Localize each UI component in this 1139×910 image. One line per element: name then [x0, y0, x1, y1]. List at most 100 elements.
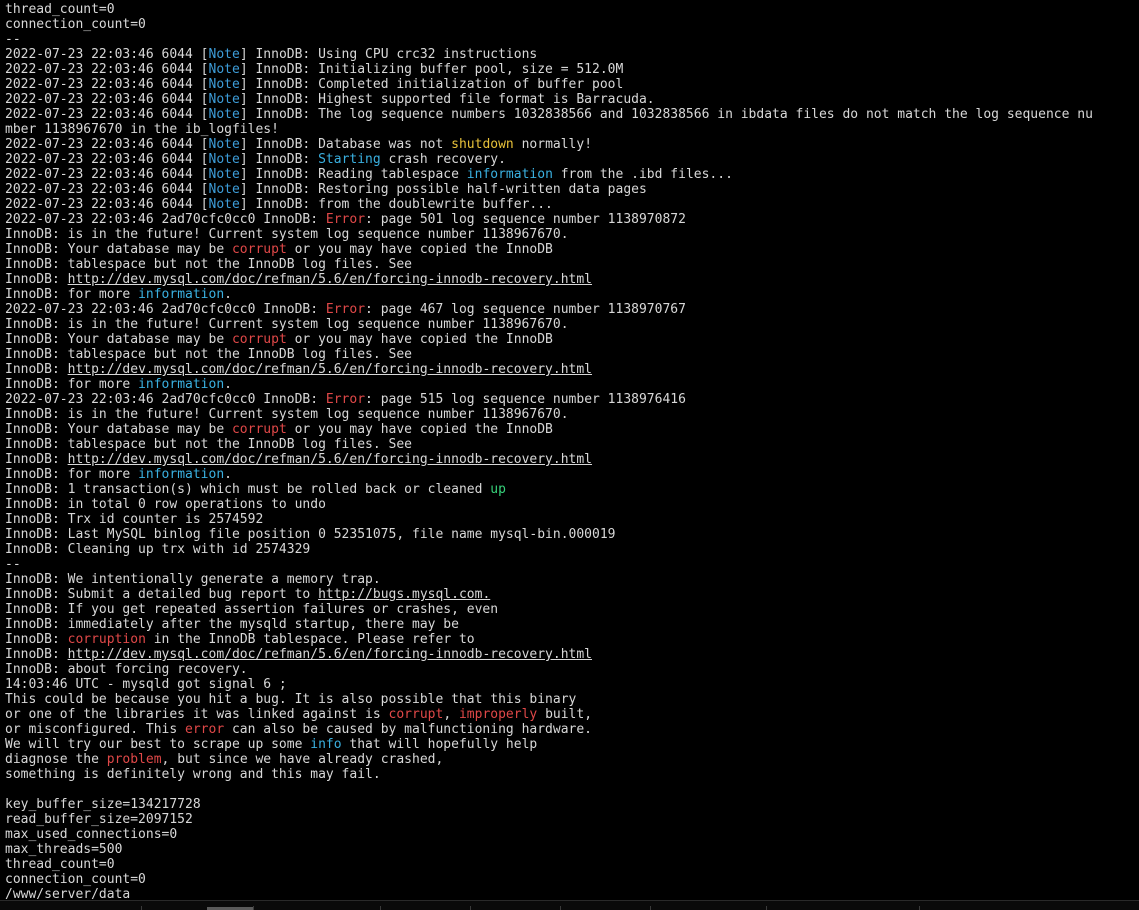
log-highlight-note: Note [208, 197, 240, 212]
log-text: from the .ibd files... [552, 167, 733, 182]
terminal-line: InnoDB: http://dev.mysql.com/doc/refman/… [5, 362, 1093, 377]
terminal-line: connection_count=0 [5, 17, 1093, 32]
terminal-line: 2022-07-23 22:03:46 6044 [Note] InnoDB: … [5, 77, 1093, 92]
log-text: InnoDB: is in the future! Current system… [5, 317, 569, 332]
log-highlight-note: Note [208, 77, 240, 92]
terminal-line: InnoDB: tablespace but not the InnoDB lo… [5, 437, 1093, 452]
terminal-line: 2022-07-23 22:03:46 2ad70cfc0cc0 InnoDB:… [5, 302, 1093, 317]
log-link[interactable]: http://dev.mysql.com/doc/refman/5.6/en/f… [68, 452, 592, 467]
terminal-line: max_threads=500 [5, 842, 1093, 857]
terminal-line: 2022-07-23 22:03:46 2ad70cfc0cc0 InnoDB:… [5, 392, 1093, 407]
log-text: 14:03:46 UTC - mysqld got signal 6 ; [5, 677, 287, 692]
log-text: : page 501 log sequence number 113897087… [365, 212, 686, 227]
log-text: InnoDB: [5, 272, 68, 287]
terminal-line: InnoDB: Last MySQL binlog file position … [5, 527, 1093, 542]
terminal-line: InnoDB: tablespace but not the InnoDB lo… [5, 257, 1093, 272]
terminal-line: InnoDB: http://dev.mysql.com/doc/refman/… [5, 272, 1093, 287]
terminal-line: InnoDB: is in the future! Current system… [5, 317, 1093, 332]
log-text: InnoDB: [5, 632, 68, 647]
log-link[interactable]: http://bugs.mysql.com. [318, 587, 490, 602]
log-highlight-info: information [138, 287, 225, 302]
terminal-line: 2022-07-23 22:03:46 6044 [Note] InnoDB: … [5, 62, 1093, 77]
terminal-line: connection_count=0 [5, 872, 1093, 887]
terminal-line: InnoDB: about forcing recovery. [5, 662, 1093, 677]
terminal-line: InnoDB: http://dev.mysql.com/doc/refman/… [5, 452, 1093, 467]
log-text: InnoDB: tablespace but not the InnoDB lo… [5, 257, 412, 272]
log-text: diagnose the [5, 752, 107, 767]
terminal-line: thread_count=0 [5, 2, 1093, 17]
log-text: 2022-07-23 22:03:46 6044 [ [5, 62, 209, 77]
terminal-line: mber 1138967670 in the ib_logfiles! [5, 122, 1093, 137]
strip-separator [470, 906, 471, 910]
log-text: crash recovery. [380, 152, 506, 167]
terminal-line: InnoDB: corruption in the InnoDB tablesp… [5, 632, 1093, 647]
log-text: InnoDB: We intentionally generate a memo… [5, 572, 381, 587]
log-highlight-note: Note [208, 167, 240, 182]
log-link[interactable]: http://dev.mysql.com/doc/refman/5.6/en/f… [68, 362, 592, 377]
log-highlight-err: corruption [67, 632, 146, 647]
log-link[interactable]: http://dev.mysql.com/doc/refman/5.6/en/f… [68, 647, 592, 662]
log-text: . [224, 377, 232, 392]
log-highlight-note: Note [208, 152, 240, 167]
terminal-line: 14:03:46 UTC - mysqld got signal 6 ; [5, 677, 1093, 692]
terminal-line: InnoDB: tablespace but not the InnoDB lo… [5, 347, 1093, 362]
terminal-line: /www/server/data [5, 887, 1093, 900]
log-text: ] InnoDB: Restoring possible half-writte… [239, 182, 647, 197]
log-text: We will try our best to scrape up some [5, 737, 311, 752]
terminal-line: 2022-07-23 22:03:46 6044 [Note] InnoDB: … [5, 47, 1093, 62]
log-text: InnoDB: [5, 362, 68, 377]
log-text: InnoDB: Trx id counter is 2574592 [5, 512, 264, 527]
terminal-window[interactable]: thread_count=0 connection_count=0 -- 2022-0… [0, 0, 1139, 900]
log-highlight-err: Error [325, 302, 366, 317]
strip-separator [141, 906, 142, 910]
log-text: ] InnoDB: Reading tablespace [239, 167, 467, 182]
strip-separator [380, 906, 381, 910]
log-link[interactable]: http://dev.mysql.com/doc/refman/5.6/en/f… [68, 272, 592, 287]
log-highlight-ok: up [490, 482, 506, 497]
log-text: 2022-07-23 22:03:46 2ad70cfc0cc0 InnoDB: [5, 212, 326, 227]
log-text: or you may have copied the InnoDB [286, 422, 553, 437]
terminal-line: thread_count=0 [5, 857, 1093, 872]
terminal-line: key_buffer_size=134217728 [5, 797, 1093, 812]
log-text: InnoDB: tablespace but not the InnoDB lo… [5, 347, 412, 362]
log-text: 2022-07-23 22:03:46 6044 [ [5, 77, 209, 92]
log-text: can also be caused by malfunctioning har… [224, 722, 593, 737]
log-text: 2022-07-23 22:03:46 6044 [ [5, 182, 209, 197]
log-text: 2022-07-23 22:03:46 6044 [ [5, 107, 209, 122]
log-highlight-info: information [466, 167, 553, 182]
log-text: . [224, 467, 232, 482]
log-text: InnoDB: for more [5, 467, 139, 482]
terminal-line: 2022-07-23 22:03:46 6044 [Note] InnoDB: … [5, 137, 1093, 152]
log-text: InnoDB: 1 transaction(s) which must be r… [5, 482, 491, 497]
log-highlight-err: Error [325, 392, 366, 407]
log-highlight-info: Starting [318, 152, 381, 167]
terminal-line: This could be because you hit a bug. It … [5, 692, 1093, 707]
log-highlight-note: Note [208, 92, 240, 107]
log-text: InnoDB: immediately after the mysqld sta… [5, 617, 459, 632]
log-text: 2022-07-23 22:03:46 6044 [ [5, 137, 209, 152]
log-text: 2022-07-23 22:03:46 6044 [ [5, 152, 209, 167]
terminal-line: read_buffer_size=2097152 [5, 812, 1093, 827]
strip-separator [560, 906, 561, 910]
log-text: InnoDB: is in the future! Current system… [5, 227, 569, 242]
terminal-line: 2022-07-23 22:03:46 6044 [Note] InnoDB: … [5, 167, 1093, 182]
log-text: InnoDB: Cleaning up trx with id 2574329 [5, 542, 311, 557]
log-text: something is definitely wrong and this m… [5, 767, 381, 782]
log-text: -- [5, 32, 21, 47]
log-text: InnoDB: Your database may be [5, 332, 232, 347]
log-text: InnoDB: Last MySQL binlog file position … [5, 527, 616, 542]
terminal-line: InnoDB: is in the future! Current system… [5, 407, 1093, 422]
log-text: InnoDB: is in the future! Current system… [5, 407, 569, 422]
log-text: or you may have copied the InnoDB [286, 242, 553, 257]
log-text: 2022-07-23 22:03:46 6044 [ [5, 47, 209, 62]
log-highlight-note: Note [208, 182, 240, 197]
log-highlight-note: Note [208, 47, 240, 62]
log-text: ] InnoDB: Using CPU crc32 instructions [239, 47, 538, 62]
terminal-line: InnoDB: immediately after the mysqld sta… [5, 617, 1093, 632]
log-highlight-err: Error [325, 212, 366, 227]
log-highlight-err: corrupt [388, 707, 444, 722]
log-text: : page 515 log sequence number 113897641… [365, 392, 686, 407]
log-text: 2022-07-23 22:03:46 2ad70cfc0cc0 InnoDB: [5, 392, 326, 407]
log-highlight-err: corrupt [231, 422, 287, 437]
